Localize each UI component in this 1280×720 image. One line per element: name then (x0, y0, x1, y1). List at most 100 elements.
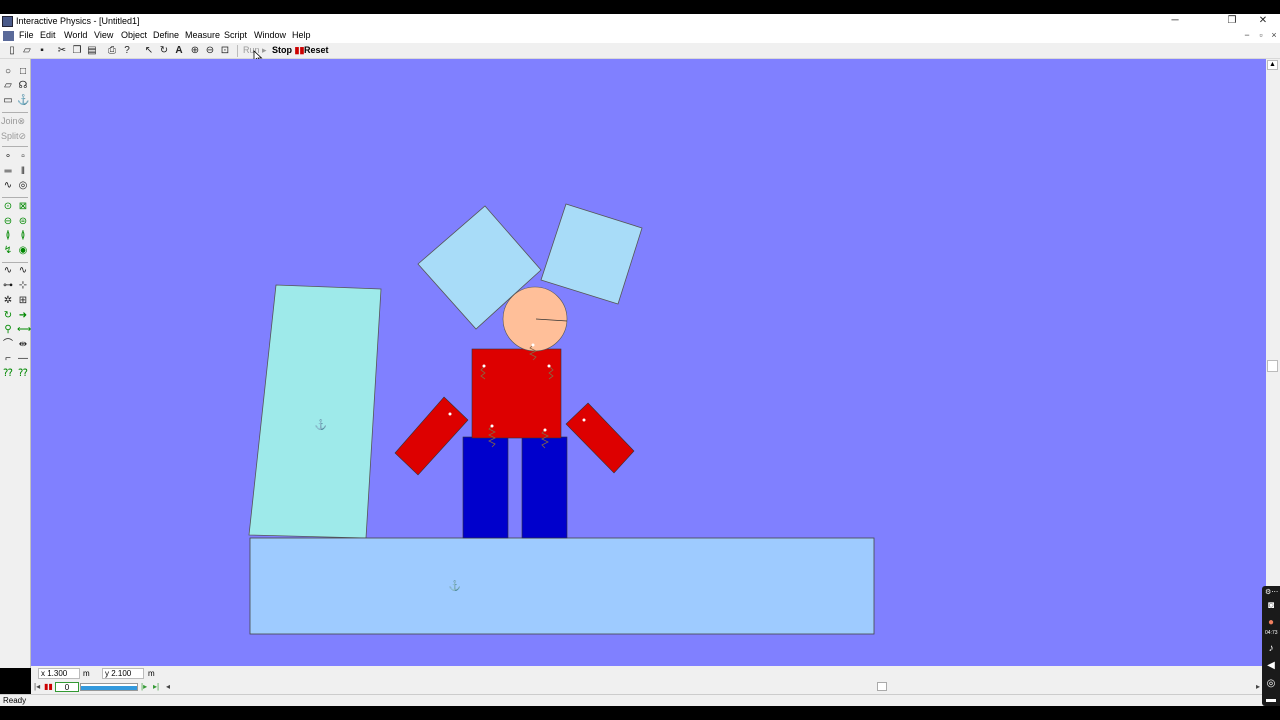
new-icon[interactable]: ▯ (6, 45, 18, 57)
straight-slot-icon[interactable]: ⇹ (17, 339, 29, 351)
right-arm[interactable] (565, 402, 635, 474)
square-block-right[interactable] (540, 203, 643, 305)
rope-icon[interactable]: ↻ (2, 310, 14, 322)
stop-tape-icon[interactable]: ▮▮ (44, 682, 54, 692)
menu-view[interactable]: View (94, 30, 113, 40)
scroll-up-arrow[interactable]: ▲ (1267, 60, 1278, 70)
left-leg[interactable] (462, 436, 509, 539)
text-icon[interactable]: A (173, 45, 185, 57)
curved-slot-icon[interactable]: ⁇ (2, 368, 14, 380)
zoom-in-icon[interactable]: ⊕ (189, 45, 201, 57)
tape-slider[interactable] (80, 683, 138, 691)
damper-joint-icon[interactable]: ⊜ (17, 216, 29, 228)
rotational-damper-icon[interactable]: ◉ (17, 245, 29, 257)
rectangle-tool-icon[interactable]: ▭ (2, 95, 14, 107)
left-arm[interactable] (394, 396, 469, 476)
recorder-menu-icon[interactable]: ⚙⋯ (1265, 587, 1278, 599)
curved-slot-icon[interactable]: ⌒ (2, 339, 14, 351)
rigid-joint-icon[interactable]: ⊠ (17, 201, 29, 213)
x-coordinate-field: x 1.300 (38, 668, 80, 679)
mic-icon[interactable]: ♪ (1265, 643, 1277, 655)
webcam-icon[interactable]: ◎ (1265, 678, 1277, 690)
print-icon[interactable]: ⎙ (106, 45, 118, 57)
torque-icon[interactable]: ⊹ (17, 280, 29, 292)
separator-icon[interactable]: ∿ (17, 265, 29, 277)
curve-tool-icon[interactable]: ☊ (17, 80, 29, 92)
circle-tool-icon[interactable]: ○ (2, 66, 14, 78)
polygon-tool-icon[interactable]: ▱ (2, 80, 14, 92)
menu-window[interactable]: Window (254, 30, 286, 40)
straight-slot-icon[interactable]: — (17, 353, 29, 365)
ground-block[interactable] (249, 537, 875, 635)
mdi-restore-button[interactable]: ▫ (1255, 30, 1267, 40)
square-point-tool-icon[interactable]: ▫ (17, 151, 29, 163)
reset-button[interactable]: Reset (304, 45, 329, 55)
rod-tool-icon[interactable]: ═ (2, 166, 14, 178)
spring-joint-icon[interactable]: ⊖ (2, 216, 14, 228)
menu-file[interactable]: File (19, 30, 34, 40)
step-icon[interactable]: |▸ (141, 682, 151, 692)
mdi-minimize-button[interactable]: − (1241, 30, 1253, 40)
rotational-spring-icon[interactable]: ↯ (2, 245, 14, 257)
right-leg[interactable] (521, 436, 568, 539)
join-button[interactable]: Join⊗ (1, 116, 25, 127)
pulley-line-icon[interactable]: ⚲ (2, 324, 14, 336)
rope-tool-icon[interactable]: ∿ (2, 180, 14, 192)
curved-slot-icon[interactable]: ⌐ (2, 353, 14, 365)
restore-window-button[interactable]: ❐ (1217, 14, 1247, 29)
menu-object[interactable]: Object (121, 30, 147, 40)
rewind-icon[interactable]: |◂ (34, 682, 42, 692)
document-icon[interactable] (3, 31, 14, 41)
stop-button[interactable]: Stop ▮▮ (272, 45, 304, 56)
motor-icon[interactable]: ⊞ (17, 295, 29, 307)
cut-icon[interactable]: ✂ (56, 45, 68, 57)
slot-tool-icon[interactable]: ‖ (17, 166, 29, 178)
separator-line-icon[interactable]: ➜ (17, 310, 29, 322)
app-icon[interactable] (2, 16, 13, 27)
minimize-window-button[interactable]: ─ (1160, 14, 1190, 29)
spring-icon[interactable]: ≬ (2, 230, 14, 242)
pin-joint-icon[interactable]: ⊙ (2, 201, 14, 213)
anchor-tool-icon[interactable]: ⚓ (17, 95, 29, 107)
tall-block[interactable] (248, 284, 382, 539)
rotate-icon[interactable]: ↻ (158, 45, 170, 57)
vertical-scroll-thumb[interactable] (1267, 360, 1278, 372)
camera-icon[interactable]: ◙ (1265, 600, 1277, 612)
menu-help[interactable]: Help (292, 30, 311, 40)
copy-icon[interactable]: ❐ (71, 45, 83, 57)
force-icon[interactable]: ⊶ (2, 280, 14, 292)
stop-icon: ▮▮ (294, 45, 305, 55)
close-window-button[interactable]: ✕ (1248, 14, 1278, 29)
menu-measure[interactable]: Measure (185, 30, 220, 40)
record-icon[interactable]: ● (1265, 617, 1277, 629)
pulley-icon[interactable]: ∿ (2, 265, 14, 277)
horizontal-scroll-thumb[interactable] (877, 682, 887, 691)
menu-edit[interactable]: Edit (40, 30, 56, 40)
head[interactable] (502, 286, 568, 352)
actuator-icon[interactable]: ✲ (2, 295, 14, 307)
menu-world[interactable]: World (64, 30, 87, 40)
play-tape-icon[interactable]: ▸| (153, 682, 163, 692)
zoom-fit-icon[interactable]: ⊡ (219, 45, 231, 57)
speaker-icon[interactable]: ◀ (1265, 660, 1277, 672)
square-tool-icon[interactable]: □ (17, 66, 29, 78)
mdi-close-button[interactable]: × (1268, 30, 1280, 40)
save-icon[interactable]: ▪ (36, 45, 48, 57)
keyboard-icon[interactable]: ▬ (1265, 694, 1277, 706)
menu-script[interactable]: Script (224, 30, 247, 40)
help-icon[interactable]: ? (121, 45, 133, 57)
arrow-icon[interactable]: ↖ (143, 45, 155, 57)
split-button[interactable]: Split⊘ (1, 131, 26, 142)
scroll-left-arrow[interactable]: ◂ (166, 682, 174, 692)
open-icon[interactable]: ▱ (21, 45, 33, 57)
straight-slot-icon[interactable]: ⁇ (17, 368, 29, 380)
paste-icon[interactable]: ▤ (86, 45, 98, 57)
constraint-icon[interactable]: ⟷ (17, 324, 31, 336)
menu-define[interactable]: Define (153, 30, 179, 40)
spring-damper-icon[interactable]: ≬ (17, 230, 29, 242)
point-tool-icon[interactable]: ∘ (2, 151, 14, 163)
gear-tool-icon[interactable]: ◎ (17, 180, 29, 192)
torso[interactable] (471, 348, 562, 439)
simulation-workspace[interactable]: ⚓ ⚓ (31, 59, 1266, 666)
zoom-out-icon[interactable]: ⊖ (204, 45, 216, 57)
